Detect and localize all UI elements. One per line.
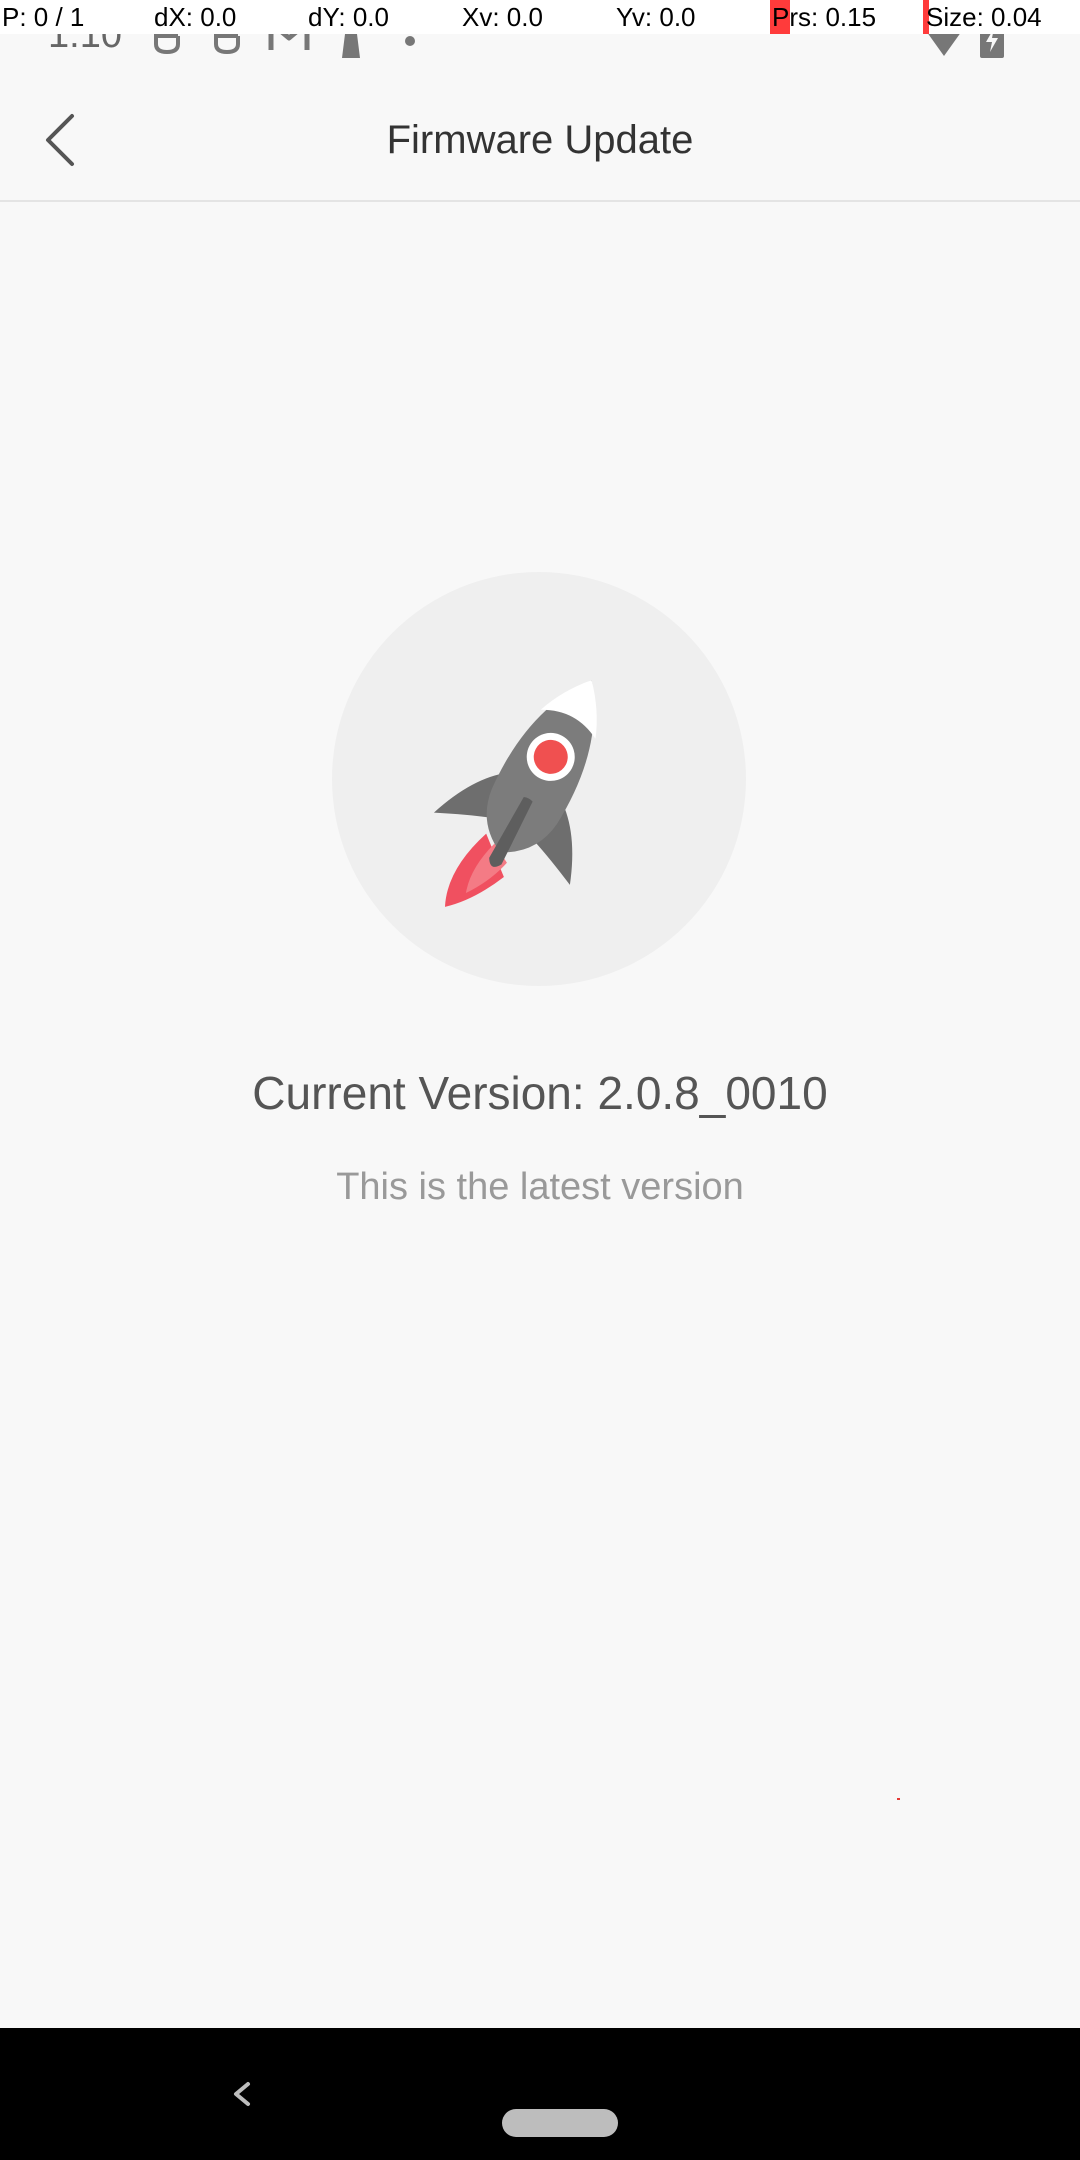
pointer-location-overlay: P: 0 / 1 dX: 0.0 dY: 0.0 Xv: 0.0 Yv: 0.0…	[0, 0, 1080, 34]
debug-xv: Xv: 0.0	[462, 2, 543, 32]
nav-back-button[interactable]	[222, 2066, 262, 2122]
debug-yv: Yv: 0.0	[616, 2, 696, 32]
system-nav-bar	[0, 2028, 1080, 2160]
debug-pointer: P: 0 / 1	[2, 2, 85, 32]
debug-dy: dY: 0.0	[308, 2, 389, 32]
dot-icon	[404, 34, 416, 52]
page-title: Firmware Update	[386, 118, 694, 162]
chevron-left-icon	[46, 114, 74, 166]
rocket-icon	[433, 680, 597, 907]
touch-trace	[897, 1798, 900, 1800]
app-bar: Firmware Update	[0, 80, 1080, 202]
rocket-illustration	[332, 572, 746, 986]
nav-back-icon	[234, 2082, 250, 2106]
back-button[interactable]	[28, 104, 92, 176]
current-version-label: Current Version: 2.0.8_0010	[252, 1067, 828, 1119]
latest-version-message: This is the latest version	[336, 1166, 744, 1208]
nav-home-pill[interactable]	[502, 2109, 618, 2137]
debug-dx: dX: 0.0	[154, 2, 237, 32]
debug-prs: Prs: 0.15	[772, 2, 877, 32]
debug-size: Size: 0.04	[926, 2, 1042, 32]
